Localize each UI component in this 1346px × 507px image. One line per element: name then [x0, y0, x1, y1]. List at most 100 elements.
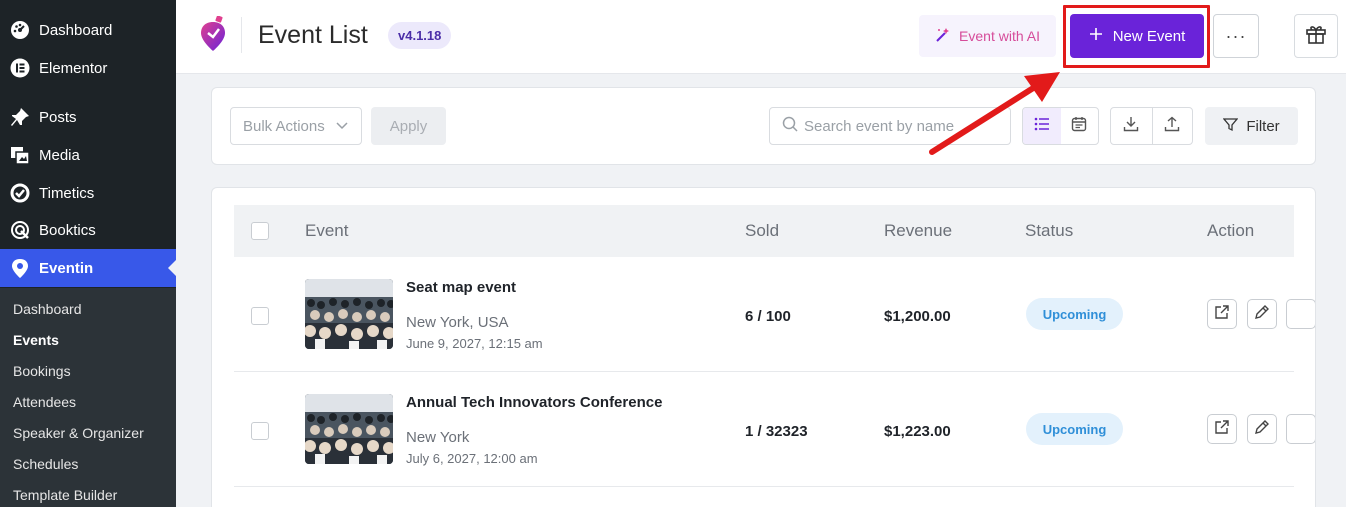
dashboard-icon: [9, 19, 31, 41]
eventin-icon: [9, 257, 31, 279]
table-header: Event Sold Revenue Status Action: [234, 205, 1294, 257]
view-toggle: [1022, 107, 1099, 145]
bulk-actions-select[interactable]: Bulk Actions: [230, 107, 362, 145]
external-link-icon: [1214, 419, 1230, 440]
search-input[interactable]: [804, 117, 994, 135]
menu-label: Booktics: [39, 221, 96, 239]
event-revenue: $1,223.00: [884, 423, 951, 440]
table-row: Annual Tech Innovators Conference New Yo…: [234, 372, 1315, 487]
menu-label: Timetics: [39, 184, 95, 202]
upload-button[interactable]: [1151, 108, 1193, 144]
row-checkbox[interactable]: [251, 307, 269, 325]
status-badge: Upcoming: [1026, 413, 1123, 445]
external-link-icon: [1214, 304, 1230, 325]
plus-icon: [1089, 27, 1103, 45]
eventin-logo-icon: [198, 15, 228, 54]
page-header: Event List v4.1.18 Event with AI New Eve…: [176, 0, 1346, 74]
submenu-item-template-builder[interactable]: Template Builder: [13, 487, 117, 503]
calendar-icon: [1071, 116, 1087, 137]
submenu-item-dashboard[interactable]: Dashboard: [13, 301, 82, 317]
bulk-actions-label: Bulk Actions: [243, 117, 325, 135]
menu-item-timetics[interactable]: Timetics: [0, 174, 176, 212]
status-badge: Upcoming: [1026, 298, 1123, 330]
select-all-checkbox[interactable]: [251, 222, 269, 240]
chevron-down-icon: [335, 118, 349, 136]
import-export-group: [1110, 107, 1193, 145]
gift-button[interactable]: [1294, 14, 1338, 58]
filter-button[interactable]: Filter: [1205, 107, 1298, 145]
upload-icon: [1164, 116, 1180, 137]
booktics-icon: [9, 219, 31, 241]
submenu-item-schedules[interactable]: Schedules: [13, 456, 78, 472]
toolbar-card: Bulk Actions Apply Search event by name …: [211, 87, 1316, 165]
event-location: New York: [406, 429, 470, 446]
event-sold: 6 / 100: [745, 308, 791, 325]
search-box[interactable]: [769, 107, 1011, 145]
new-event-button[interactable]: New Event: [1070, 14, 1204, 58]
edit-event-button[interactable]: [1247, 414, 1277, 444]
event-thumbnail: [305, 394, 393, 464]
pencil-icon: [1254, 419, 1270, 440]
elementor-icon: [9, 57, 31, 79]
header-divider: [241, 17, 242, 53]
menu-label: Eventin: [39, 259, 94, 277]
event-name[interactable]: Annual Tech Innovators Conference: [406, 394, 662, 411]
submenu-item-bookings[interactable]: Bookings: [13, 363, 71, 379]
submenu-item-events[interactable]: Events: [13, 332, 59, 348]
menu-item-posts[interactable]: Posts: [0, 98, 176, 136]
ai-button-label: Event with AI: [959, 28, 1040, 44]
event-sold: 1 / 32323: [745, 423, 808, 440]
menu-item-eventin[interactable]: Eventin: [0, 249, 176, 287]
column-header-sold: Sold: [745, 221, 780, 240]
media-icon: [9, 144, 31, 166]
apply-button[interactable]: Apply: [371, 107, 446, 145]
menu-item-booktics[interactable]: Booktics: [0, 211, 176, 249]
calendar-view-button[interactable]: [1061, 108, 1099, 144]
magic-wand-icon: [935, 27, 951, 46]
filter-label: Filter: [1246, 117, 1280, 135]
page-title: Event List: [258, 21, 368, 49]
open-event-button[interactable]: [1207, 299, 1237, 329]
submenu-item-attendees[interactable]: Attendees: [13, 394, 76, 410]
admin-sidebar: Dashboard Elementor Posts Media Timetics…: [0, 0, 176, 507]
more-actions-button[interactable]: [1286, 414, 1315, 444]
menu-item-media[interactable]: Media: [0, 136, 176, 174]
event-name[interactable]: Seat map event: [406, 279, 516, 296]
list-icon: [1034, 117, 1050, 136]
column-header-status: Status: [1025, 221, 1074, 240]
pencil-icon: [1254, 304, 1270, 325]
gift-icon: [1305, 23, 1327, 50]
menu-item-elementor[interactable]: Elementor: [0, 49, 176, 87]
edit-event-button[interactable]: [1247, 299, 1277, 329]
column-header-event: Event: [305, 221, 349, 240]
event-with-ai-button[interactable]: Event with AI: [919, 15, 1056, 57]
event-revenue: $1,200.00: [884, 308, 951, 325]
event-location: New York, USA: [406, 314, 509, 331]
column-header-revenue: Revenue: [884, 221, 953, 240]
column-header-action: Action: [1207, 221, 1255, 240]
new-event-label: New Event: [1112, 27, 1186, 45]
submenu-item-speaker-organizer[interactable]: Speaker & Organizer: [13, 425, 144, 441]
download-icon: [1123, 116, 1139, 137]
download-button[interactable]: [1111, 108, 1152, 144]
pin-icon: [9, 106, 31, 128]
version-badge: v4.1.18: [388, 22, 452, 49]
event-date: June 9, 2027, 12:15 am: [406, 336, 543, 351]
filter-icon: [1222, 117, 1239, 136]
search-icon: [782, 116, 798, 137]
timetics-icon: [9, 182, 31, 204]
menu-item-dashboard[interactable]: Dashboard: [0, 11, 176, 49]
more-actions-button[interactable]: [1286, 299, 1315, 329]
menu-label: Elementor: [39, 59, 108, 77]
menu-label: Media: [39, 146, 80, 164]
menu-label: Dashboard: [39, 21, 113, 39]
table-row: Seat map event New York, USA June 9, 202…: [234, 257, 1315, 372]
event-thumbnail: [305, 279, 393, 349]
menu-label: Posts: [39, 108, 77, 126]
open-event-button[interactable]: [1207, 414, 1237, 444]
more-options-button[interactable]: ···: [1213, 14, 1259, 58]
event-date: July 6, 2027, 12:00 am: [406, 451, 538, 466]
row-checkbox[interactable]: [251, 422, 269, 440]
list-view-button[interactable]: [1023, 108, 1061, 144]
events-table: Event Sold Revenue Status Action Seat ma…: [211, 187, 1316, 507]
